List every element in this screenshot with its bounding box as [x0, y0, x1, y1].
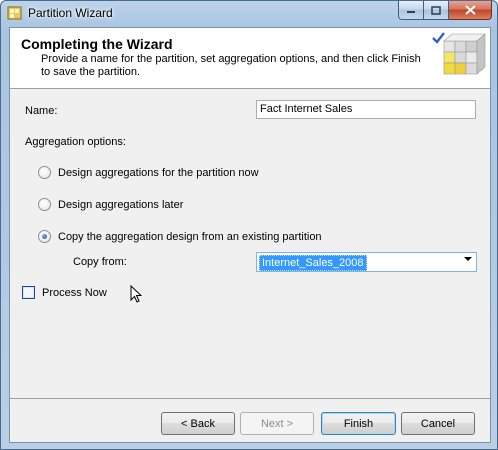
copy-from-selected-value: Internet_Sales_2008 — [259, 255, 367, 271]
page-title: Completing the Wizard — [21, 36, 173, 52]
cancel-button[interactable]: Cancel — [401, 412, 475, 435]
close-icon — [464, 5, 476, 15]
mouse-cursor-icon — [130, 285, 142, 303]
radio-design-now[interactable] — [38, 166, 51, 179]
maximize-icon — [431, 5, 441, 15]
minimize-button[interactable] — [398, 1, 424, 20]
minimize-icon — [407, 11, 415, 13]
radio-copy-design[interactable] — [38, 230, 51, 243]
caption-buttons — [398, 1, 492, 20]
window-title: Partition Wizard — [28, 6, 113, 20]
radio-copy-design-label[interactable]: Copy the aggregation design from an exis… — [58, 231, 322, 243]
aggregation-options-label: Aggregation options: — [25, 136, 126, 148]
next-button[interactable]: Next > — [240, 412, 314, 435]
name-label: Name: — [25, 105, 58, 117]
copy-from-label: Copy from: — [73, 256, 127, 268]
partition-name-input[interactable]: Fact Internet Sales — [256, 100, 476, 119]
chevron-down-icon[interactable] — [464, 257, 472, 261]
close-button[interactable] — [449, 1, 492, 20]
radio-design-later-label[interactable]: Design aggregations later — [58, 199, 183, 211]
back-button[interactable]: < Back — [161, 412, 235, 435]
aggregation-cube-icon — [432, 32, 486, 75]
copy-from-dropdown[interactable]: Internet_Sales_2008 — [256, 252, 477, 272]
wizard-header: Completing the Wizard Provide a name for… — [10, 28, 490, 89]
wizard-body: Name: Fact Internet Sales Aggregation op… — [10, 90, 490, 398]
wizard-footer: < Back Next > Finish Cancel — [10, 398, 490, 442]
process-now-label[interactable]: Process Now — [42, 287, 107, 299]
finish-button[interactable]: Finish — [321, 412, 396, 435]
cube-wizard-icon — [7, 6, 22, 20]
maximize-button[interactable] — [424, 1, 449, 20]
radio-design-now-label[interactable]: Design aggregations for the partition no… — [58, 167, 259, 179]
radio-design-later[interactable] — [38, 198, 51, 211]
page-description: Provide a name for the partition, set ag… — [41, 53, 421, 78]
process-now-checkbox[interactable] — [22, 286, 35, 299]
partition-wizard-window: Partition Wizard Completing the Wizard P… — [0, 0, 498, 450]
title-bar: Partition Wizard — [1, 1, 497, 27]
wizard-page: Completing the Wizard Provide a name for… — [9, 27, 491, 443]
